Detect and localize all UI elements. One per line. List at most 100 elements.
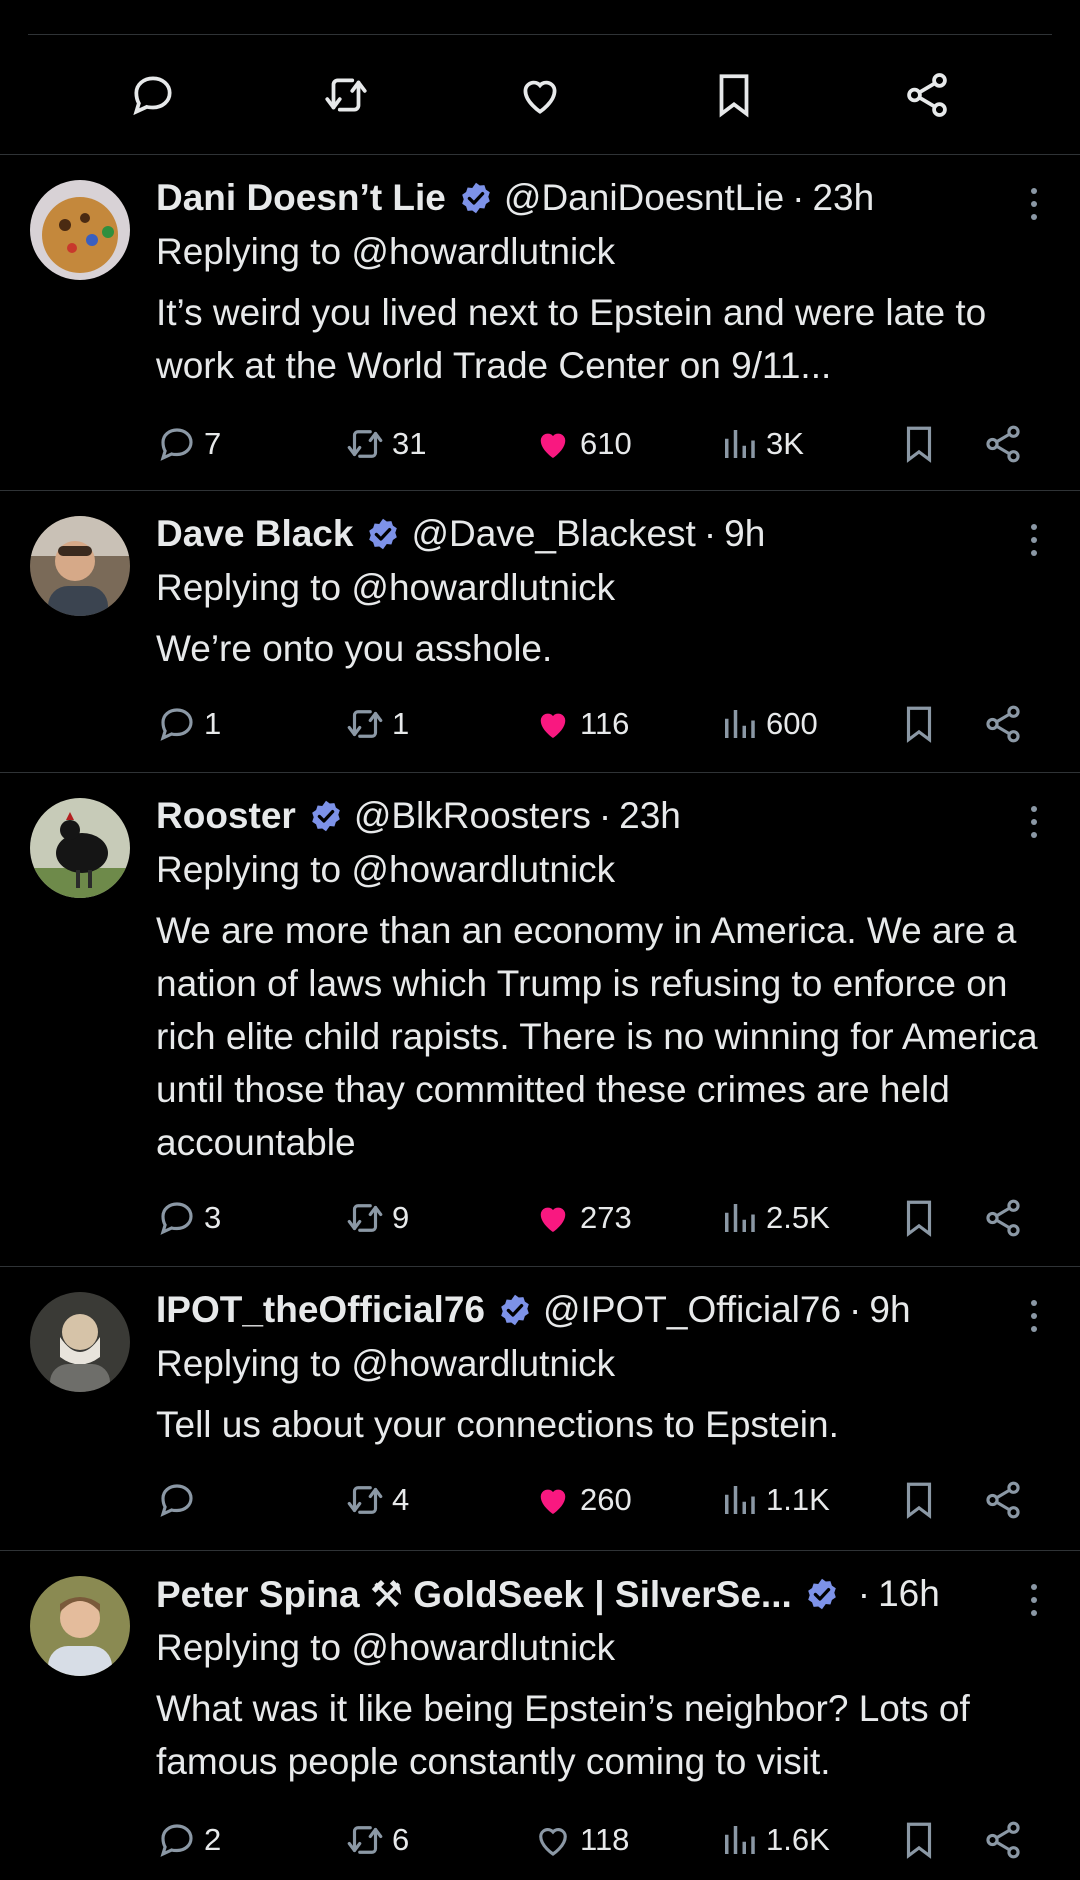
- more-options-icon[interactable]: [1028, 1300, 1040, 1332]
- heart-filled-icon: [540, 433, 566, 458]
- more-options-icon[interactable]: [1028, 806, 1040, 838]
- like-count: 273: [580, 1200, 632, 1235]
- more-options-icon[interactable]: [1028, 188, 1040, 220]
- more-options-icon[interactable]: [1028, 1584, 1040, 1616]
- author-name[interactable]: Dave Black: [156, 513, 353, 555]
- replying-to[interactable]: Replying to @howardlutnick: [156, 1622, 1040, 1674]
- view-count: 2.5K: [766, 1200, 830, 1235]
- bookmark-button[interactable]: [898, 420, 946, 468]
- share-icon: [986, 1821, 1020, 1859]
- views-icon: [725, 1486, 755, 1514]
- reply-button[interactable]: 7: [156, 420, 221, 468]
- divider: [0, 154, 1080, 155]
- reply-button[interactable]: 3: [156, 1194, 221, 1242]
- more-options-icon[interactable]: [1028, 524, 1040, 556]
- timestamp[interactable]: 9h: [724, 513, 765, 555]
- replying-to[interactable]: Replying to @howardlutnick: [156, 844, 1040, 896]
- author-name[interactable]: IPOT_theOfficial76: [156, 1289, 485, 1331]
- timestamp[interactable]: 23h: [619, 795, 681, 837]
- like-button[interactable]: 116: [532, 700, 629, 748]
- avatar[interactable]: [30, 180, 130, 280]
- bookmark-icon[interactable]: [708, 69, 760, 121]
- like-icon[interactable]: [514, 69, 566, 121]
- tweet-action-bar: 3 9 273 2.5K: [156, 1194, 1040, 1242]
- bookmark-button[interactable]: [898, 700, 946, 748]
- avatar[interactable]: [30, 1292, 130, 1392]
- retweet-button[interactable]: 1: [344, 700, 409, 748]
- author-handle[interactable]: @Dave_Blackest: [411, 513, 695, 555]
- share-button[interactable]: [982, 1816, 1030, 1864]
- like-button[interactable]: 118: [532, 1816, 629, 1864]
- view-count: 1.1K: [766, 1482, 830, 1517]
- replying-to[interactable]: Replying to @howardlutnick: [156, 1338, 1040, 1390]
- verified-badge-icon: [804, 1576, 840, 1612]
- bookmark-button[interactable]: [898, 1194, 946, 1242]
- verified-badge-icon: [497, 1292, 533, 1328]
- like-button[interactable]: 273: [532, 1194, 632, 1242]
- views-button[interactable]: 2.5K: [718, 1194, 830, 1242]
- author-name[interactable]: Rooster: [156, 795, 296, 837]
- reply-icon: [160, 1202, 193, 1235]
- share-icon: [986, 1199, 1020, 1237]
- tweet-text: What was it like being Epstein’s neighbo…: [156, 1688, 970, 1782]
- retweet-button[interactable]: 4: [344, 1476, 409, 1524]
- reply-icon: [160, 1824, 193, 1857]
- author-handle[interactable]: @DaniDoesntLie: [504, 177, 784, 219]
- retweet-count: 1: [392, 706, 410, 741]
- timestamp[interactable]: 16h: [878, 1573, 940, 1615]
- divider: [0, 490, 1080, 491]
- views-icon: [725, 710, 755, 738]
- retweet-icon: [347, 1204, 383, 1232]
- share-icon[interactable]: [901, 69, 953, 121]
- views-button[interactable]: 1.6K: [718, 1816, 830, 1864]
- views-button[interactable]: 1.1K: [718, 1476, 830, 1524]
- avatar[interactable]: [30, 798, 130, 898]
- replying-to[interactable]: Replying to @howardlutnick: [156, 562, 1040, 614]
- share-button[interactable]: [982, 1476, 1030, 1524]
- share-button[interactable]: [982, 420, 1030, 468]
- retweet-button[interactable]: 9: [344, 1194, 409, 1242]
- reply-icon: [160, 428, 193, 461]
- tweet-action-bar: 4 260 1.1K: [156, 1476, 1040, 1524]
- reply-count: 3: [204, 1200, 222, 1235]
- separator-dot: ·: [857, 1573, 871, 1614]
- views-button[interactable]: 600: [718, 700, 818, 748]
- replying-to[interactable]: Replying to @howardlutnick: [156, 226, 1040, 278]
- timestamp[interactable]: 9h: [869, 1289, 910, 1331]
- reply-icon[interactable]: [127, 69, 179, 121]
- tweet-text: It’s weird you lived next to Epstein and…: [156, 292, 987, 386]
- like-count: 260: [580, 1482, 632, 1517]
- share-button[interactable]: [982, 1194, 1030, 1242]
- reply-count: 7: [204, 426, 222, 461]
- retweet-count: 9: [392, 1200, 410, 1235]
- retweet-button[interactable]: 31: [344, 420, 426, 468]
- reply-button[interactable]: [156, 1476, 204, 1524]
- reply-count: 2: [204, 1822, 222, 1857]
- retweet-button[interactable]: 6: [344, 1816, 409, 1864]
- divider: [0, 772, 1080, 773]
- tweet-text: We are more than an economy in America. …: [156, 910, 1038, 1163]
- views-button[interactable]: 3K: [718, 420, 804, 468]
- author-name[interactable]: Dani Doesn’t Lie: [156, 177, 446, 219]
- view-count: 600: [766, 706, 818, 741]
- retweet-icon[interactable]: [320, 69, 372, 121]
- verified-badge-icon: [365, 516, 401, 552]
- retweet-count: 31: [392, 426, 427, 461]
- verified-badge-icon: [308, 798, 344, 834]
- reply-button[interactable]: 1: [156, 700, 221, 748]
- like-button[interactable]: 260: [532, 1476, 632, 1524]
- bookmark-icon: [906, 426, 932, 463]
- bookmark-button[interactable]: [898, 1476, 946, 1524]
- bookmark-button[interactable]: [898, 1816, 946, 1864]
- timestamp[interactable]: 23h: [812, 177, 874, 219]
- author-name[interactable]: Peter Spina ⚒ GoldSeek | SilverSe...: [156, 1573, 792, 1616]
- divider: [0, 1266, 1080, 1267]
- author-handle[interactable]: @BlkRoosters: [354, 795, 591, 837]
- avatar[interactable]: [30, 1576, 130, 1676]
- share-button[interactable]: [982, 700, 1030, 748]
- avatar[interactable]: [30, 516, 130, 616]
- like-button[interactable]: 610: [532, 420, 632, 468]
- reply-button[interactable]: 2: [156, 1816, 221, 1864]
- bookmark-icon: [906, 1482, 932, 1519]
- author-handle[interactable]: @IPOT_Official76: [543, 1289, 841, 1331]
